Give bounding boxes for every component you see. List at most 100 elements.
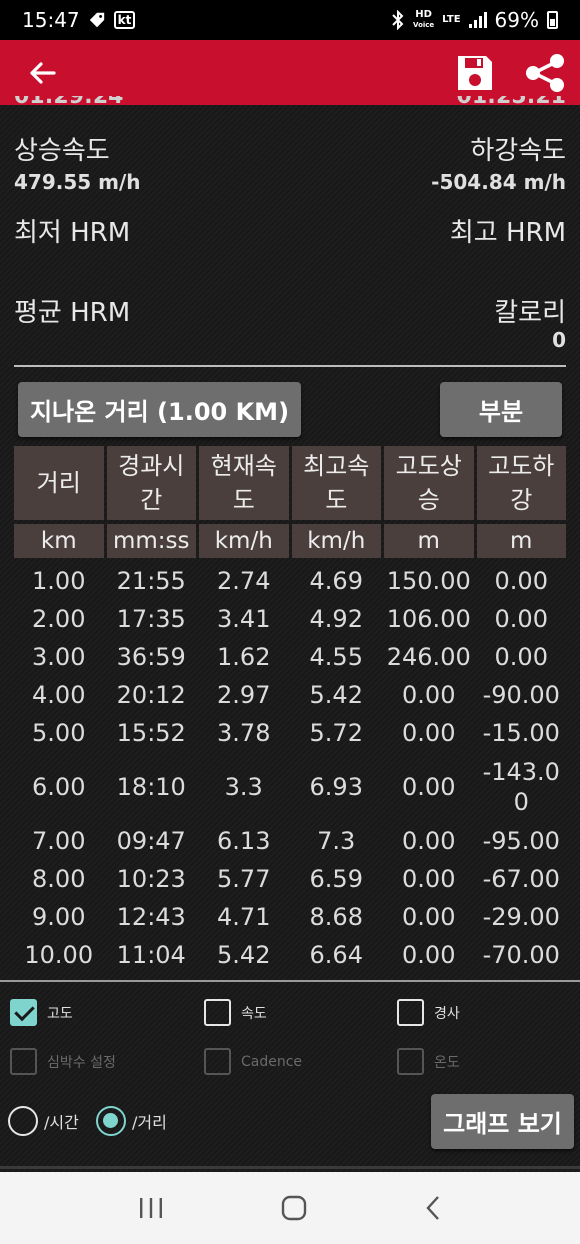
cadence-checkbox: [204, 1048, 231, 1075]
cell-elevation-loss: -95.00: [482, 827, 560, 855]
cell-elevation-loss: 0.00: [494, 567, 548, 595]
save-icon[interactable]: [456, 54, 494, 92]
cell-distance: 8.00: [32, 865, 86, 893]
cell-elevation-loss: 0.00: [494, 605, 548, 633]
cell-elapsed-time: 11:04: [116, 941, 186, 969]
cell-max-speed: 5.42: [309, 681, 363, 709]
cell-current-speed: 2.74: [217, 567, 271, 595]
cell-distance: 2.00: [32, 605, 86, 633]
cell-distance: 5.00: [32, 719, 86, 747]
option-slope[interactable]: 경사: [397, 999, 460, 1026]
slope-checkbox[interactable]: [397, 999, 424, 1026]
cell-elapsed-time: 12:43: [116, 903, 186, 931]
unit-max-speed: km/h: [291, 524, 381, 558]
cell-distance: 3.00: [32, 643, 86, 671]
option-altitude[interactable]: 고도: [10, 999, 73, 1026]
cell-elevation-gain: 246.00: [386, 643, 471, 671]
home-icon[interactable]: [281, 1195, 307, 1221]
by-time-radio[interactable]: [8, 1106, 38, 1136]
back-nav-icon[interactable]: [424, 1195, 442, 1221]
cell-max-speed: 4.92: [309, 605, 363, 633]
option-by-distance[interactable]: /거리: [96, 1106, 167, 1136]
table-header: 거리 경과시간 현재속도 최고속도 고도상승 고도하강: [14, 446, 566, 520]
recent-apps-icon[interactable]: [138, 1196, 164, 1220]
arrow-left-icon[interactable]: [28, 61, 56, 85]
altitude-checkbox[interactable]: [10, 999, 37, 1026]
table-body: 1.00 21:55 2.74 4.69 150.00 0.00 2.00 17:35 3.41…: [14, 562, 566, 974]
cell-max-speed: 8.68: [309, 903, 363, 931]
cell-elapsed-time: 15:52: [116, 719, 186, 747]
cell-distance: 1.00: [32, 567, 86, 595]
share-icon[interactable]: [524, 53, 566, 92]
distance-interval-button[interactable]: 지나온 거리 (1.00 KM): [18, 382, 301, 437]
unit-current-speed: km/h: [199, 524, 289, 558]
cell-elevation-loss: -90.00: [482, 681, 560, 709]
temperature-label: 온도: [434, 1054, 460, 1071]
header-distance: 거리: [14, 446, 104, 520]
signal-icon: [468, 12, 487, 28]
partial-left-value: 01:29:24: [14, 96, 124, 109]
cell-elevation-gain: 0.00: [402, 719, 456, 747]
cell-elevation-gain: 150.00: [386, 567, 471, 595]
cell-elapsed-time: 21:55: [116, 567, 186, 595]
cell-distance: 4.00: [32, 681, 86, 709]
bluetooth-icon: [392, 10, 404, 30]
cell-elevation-loss: -29.00: [482, 903, 560, 931]
cell-elevation-loss: -15.00: [482, 719, 560, 747]
table-row: 7.00 09:47 6.13 7.3 0.00 -95.00: [14, 822, 566, 860]
by-distance-label: /거리: [132, 1113, 167, 1132]
slope-label: 경사: [434, 1005, 460, 1022]
cell-elevation-loss: -70.00: [482, 941, 560, 969]
unit-loss: m: [476, 524, 566, 558]
cell-distance: 7.00: [32, 827, 86, 855]
cell-elevation-gain: 0.00: [402, 903, 456, 931]
cell-elapsed-time: 18:10: [116, 773, 186, 801]
unit-time: mm:ss: [106, 524, 196, 558]
option-speed[interactable]: 속도: [204, 999, 267, 1026]
cell-elevation-loss: 0.00: [494, 643, 548, 671]
cell-distance: 9.00: [32, 903, 86, 931]
cell-max-speed: 5.72: [309, 719, 363, 747]
table-row: 5.00 15:52 3.78 5.72 0.00 -15.00: [14, 714, 566, 752]
table-row: 4.00 20:12 2.97 5.42 0.00 -90.00: [14, 676, 566, 714]
table-row: 8.00 10:23 5.77 6.59 0.00 -67.00: [14, 860, 566, 898]
cell-elevation-gain: 0.00: [402, 773, 456, 801]
table-row: 1.00 21:55 2.74 4.69 150.00 0.00: [14, 562, 566, 600]
cell-elapsed-time: 10:23: [116, 865, 186, 893]
cell-elevation-loss: -143.00: [482, 758, 560, 816]
cell-elevation-gain: 0.00: [402, 827, 456, 855]
max-hrm-label: 최고 HRM: [449, 218, 566, 248]
clock: 15:47: [22, 8, 80, 32]
table-row: 10.00 11:04 5.42 6.64 0.00 -70.00: [14, 936, 566, 974]
min-hrm-label: 최저 HRM: [14, 218, 131, 248]
header-max-speed: 최고속도: [291, 446, 381, 520]
header-elevation-gain: 고도상승: [384, 446, 474, 520]
cell-max-speed: 7.3: [317, 827, 356, 855]
option-by-time[interactable]: /시간: [8, 1106, 79, 1136]
cell-max-speed: 6.93: [309, 773, 363, 801]
view-graph-button[interactable]: 그래프 보기: [431, 1094, 574, 1149]
ascent-speed-label: 상승속도: [14, 136, 110, 166]
descent-speed-label: 하강속도: [470, 136, 566, 166]
cell-elevation-gain: 106.00: [386, 605, 471, 633]
cell-current-speed: 1.62: [217, 643, 271, 671]
table-units: km mm:ss km/h km/h m m: [14, 524, 566, 558]
speed-checkbox[interactable]: [204, 999, 231, 1026]
cell-distance: 6.00: [32, 773, 86, 801]
section-button[interactable]: 부분: [440, 382, 562, 437]
lte-indicator: LTE: [442, 14, 461, 25]
cell-elevation-gain: 0.00: [402, 865, 456, 893]
ascent-speed-value: 479.55 m/h: [14, 170, 141, 194]
cell-max-speed: 4.55: [309, 643, 363, 671]
heart-rate-label: 심박수 설정: [47, 1054, 116, 1071]
altitude-label: 고도: [47, 1005, 73, 1022]
cell-elapsed-time: 17:35: [116, 605, 186, 633]
header-elapsed-time: 경과시간: [106, 446, 196, 520]
option-cadence: Cadence: [204, 1048, 302, 1075]
hd-voice-indicator: HD Voice: [413, 9, 435, 30]
header-elevation-loss: 고도하강: [476, 446, 566, 520]
by-distance-radio[interactable]: [96, 1106, 126, 1136]
cell-current-speed: 5.77: [217, 865, 271, 893]
cell-current-speed: 6.13: [217, 827, 271, 855]
cell-max-speed: 4.69: [309, 567, 363, 595]
